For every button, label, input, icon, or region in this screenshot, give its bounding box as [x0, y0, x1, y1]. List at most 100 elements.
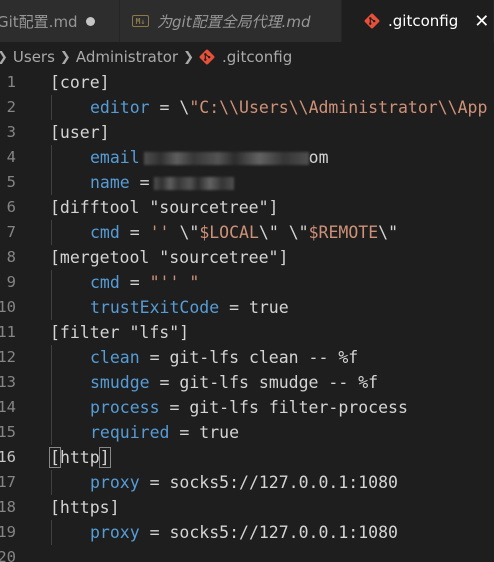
code-text: cmd = "'' "	[90, 270, 199, 295]
code-token: [user]	[50, 123, 110, 142]
tab-proxy-md[interactable]: M↓ 为git配置全局代理.md	[120, 0, 342, 42]
breadcrumb-item-administrator[interactable]: Administrator	[76, 48, 178, 66]
code-text: required = true	[90, 420, 239, 445]
breadcrumb: ❯ Users ❯ Administrator ❯ .gitconfig	[0, 42, 494, 72]
string-literal: "'' "	[149, 273, 200, 292]
code-line[interactable]: 13 smudge = git-lfs smudge -- %f	[0, 370, 494, 395]
code-line[interactable]: 17 proxy = socks5://127.0.0.1:1080	[0, 470, 494, 495]
config-key: process	[90, 398, 160, 417]
code-token: =	[119, 273, 150, 292]
string-literal: $LOCAL	[199, 223, 259, 242]
line-number: 16	[0, 448, 16, 466]
close-icon[interactable]: ✕	[474, 11, 489, 32]
string-literal: "C:\\Users\\Administrator\\App	[189, 98, 488, 117]
code-token: =	[129, 173, 150, 192]
code-token: = true	[169, 423, 240, 442]
code-line[interactable]: 19 proxy = socks5://127.0.0.1:1080	[0, 520, 494, 545]
line-number: 12	[0, 348, 16, 366]
code-token: = git-lfs smudge -- %f	[149, 373, 379, 392]
config-key: email	[90, 148, 140, 167]
code-token: [core]	[50, 73, 110, 92]
redacted-blur	[143, 152, 309, 165]
code-token: = \	[149, 98, 190, 117]
line-number: 7	[6, 223, 16, 241]
code-line[interactable]: 16 [http]	[0, 445, 494, 470]
code-line[interactable]: 18 [https]	[0, 495, 494, 520]
code-line[interactable]: 6 [difftool "sourcetree"]	[0, 195, 494, 220]
tab-bar: Git配置.md M↓ 为git配置全局代理.md .gitconfig ✕	[0, 0, 494, 42]
git-icon	[364, 13, 380, 29]
code-text: proxy = socks5://127.0.0.1:1080	[90, 470, 398, 495]
code-text: [https]	[50, 495, 120, 520]
unsaved-dot-icon[interactable]	[85, 16, 95, 26]
code-line[interactable]: 5 name =	[0, 170, 494, 195]
code-line[interactable]: 15 required = true	[0, 420, 494, 445]
code-editor[interactable]: 1 [core] 2 editor = \"C:\\Users\\Administra…	[0, 72, 494, 562]
code-line[interactable]: 2 editor = \"C:\\Users\\Administrator\\Ap…	[0, 95, 494, 120]
code-line[interactable]: 3 [user]	[0, 120, 494, 145]
tab-label: .gitconfig	[388, 12, 459, 30]
code-line[interactable]: 7 cmd = '' \"$LOCAL\" \"$REMOTE\"	[0, 220, 494, 245]
config-key: trustExitCode	[90, 298, 220, 317]
config-key: required	[90, 423, 170, 442]
indent-guide	[51, 520, 52, 545]
line-number: 6	[6, 198, 16, 216]
git-icon	[199, 49, 215, 65]
config-key: proxy	[90, 473, 140, 492]
indent-guide	[51, 270, 52, 295]
code-text: [core]	[50, 72, 110, 95]
code-token: = git-lfs clean -- %f	[139, 348, 359, 367]
breadcrumb-item-users[interactable]: Users	[13, 48, 55, 66]
tab-label: 为git配置全局代理.md	[157, 12, 311, 31]
line-number: 1	[6, 73, 16, 91]
tab-label: Git配置.md	[0, 12, 78, 31]
line-number: 3	[6, 123, 16, 141]
code-line[interactable]: 4 email om	[0, 145, 494, 170]
string-literal: ''	[149, 223, 180, 242]
code-text: [http]	[49, 445, 111, 470]
redacted-blur	[153, 177, 234, 190]
code-token: \"	[179, 223, 200, 242]
config-key: editor	[90, 98, 150, 117]
indent-guide	[51, 145, 52, 170]
config-key: proxy	[90, 523, 140, 542]
line-number: 17	[0, 473, 16, 491]
chevron-right-icon: ❯	[183, 49, 194, 65]
code-line[interactable]: 9 cmd = "'' "	[0, 270, 494, 295]
code-text: trustExitCode = true	[90, 295, 289, 320]
indent-guide	[51, 345, 52, 370]
breadcrumb-item-gitconfig[interactable]: .gitconfig	[222, 48, 292, 66]
line-number: 18	[0, 498, 16, 516]
indent-guide	[51, 220, 52, 245]
code-token: = socks5://127.0.0.1:1080	[139, 523, 398, 542]
code-line[interactable]: 1 [core]	[0, 72, 494, 95]
code-token: = git-lfs filter-process	[159, 398, 408, 417]
line-number: 2	[6, 98, 16, 116]
indent-guide	[51, 395, 52, 420]
code-line[interactable]: 12 clean = git-lfs clean -- %f	[0, 345, 494, 370]
code-text: [difftool "sourcetree"]	[50, 195, 278, 220]
indent-guide	[51, 420, 52, 445]
code-line[interactable]: 20	[0, 545, 494, 562]
code-line[interactable]: 14 process = git-lfs filter-process	[0, 395, 494, 420]
string-literal: $REMOTE	[308, 223, 379, 242]
indent-guide	[51, 170, 52, 195]
chevron-right-icon: ❯	[59, 49, 71, 65]
code-text: email om	[90, 145, 329, 170]
code-token: [https]	[50, 498, 120, 517]
line-number: 14	[0, 398, 16, 416]
code-line[interactable]: 8 [mergetool "sourcetree"]	[0, 245, 494, 270]
code-text: smudge = git-lfs smudge -- %f	[90, 370, 378, 395]
tab-git-config-md[interactable]: Git配置.md	[0, 0, 120, 42]
code-text: cmd = '' \"$LOCAL\" \"$REMOTE\"	[90, 220, 398, 245]
indent-guide	[51, 370, 52, 395]
code-text: [mergetool "sourcetree"]	[50, 245, 288, 270]
line-number: 19	[0, 523, 16, 541]
code-token: [http]	[49, 447, 111, 468]
code-token: [mergetool "sourcetree"]	[50, 248, 289, 267]
code-line[interactable]: 11 [filter "lfs"]	[0, 320, 494, 345]
config-key: cmd	[90, 273, 120, 292]
tab-gitconfig[interactable]: .gitconfig ✕	[342, 0, 494, 42]
code-line[interactable]: 10 trustExitCode = true	[0, 295, 494, 320]
line-number: 8	[6, 248, 16, 266]
